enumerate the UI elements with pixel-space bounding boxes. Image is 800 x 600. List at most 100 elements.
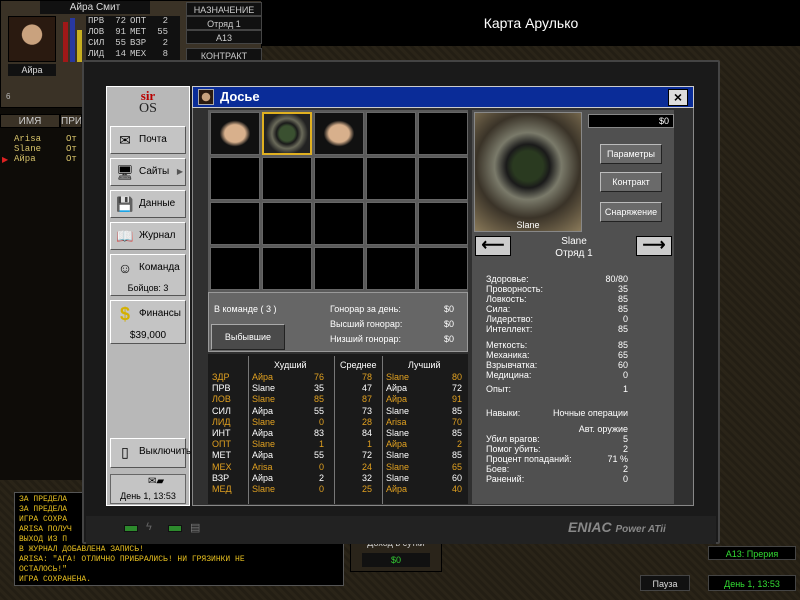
team-col-name[interactable]: ИМЯ — [0, 114, 60, 128]
attr-value: 2 — [622, 464, 628, 474]
attr-row: Медицина: 0 — [486, 370, 628, 380]
stat-cell-worst: Arisa — [252, 461, 273, 472]
attr-row: Помог убить: 2 — [486, 444, 628, 454]
attr-row: Здоровье: 80/80 — [486, 274, 628, 284]
attr-label: Процент попаданий: — [486, 454, 572, 464]
stat-row: ИНТ Айра 83 84 Slane 85 — [212, 428, 466, 439]
stat-cell-bv: 91 — [451, 394, 462, 405]
empty-portrait-slot — [210, 202, 260, 245]
next-arrow-icon[interactable]: ⟶ — [636, 236, 672, 256]
gear-button[interactable]: Снаряжение — [600, 202, 662, 222]
stat-cell-best: Айра — [386, 394, 408, 405]
stat-cell-avg: 28 — [361, 416, 372, 427]
stat-cell-bv: 70 — [451, 416, 462, 427]
submenu-arrow-icon: ▶ — [176, 167, 183, 176]
in-team-label[interactable]: В команде ( 3 ) — [214, 304, 276, 314]
assignment-box: НАЗНАЧЕНИЕ Отряд 1 A13 КОНТРАКТ — [186, 0, 262, 62]
merc-portrait[interactable] — [8, 16, 56, 62]
attr-row: Проворность: 35 — [486, 284, 628, 294]
stat-cell-worst: Айра — [252, 450, 274, 461]
attr-value: 85 — [617, 340, 628, 350]
team-row[interactable]: Айра От — [14, 154, 82, 164]
stat-cell-wv: 0 — [318, 484, 324, 494]
attr-value: 0 — [622, 474, 628, 484]
stat-cell-bv: 85 — [451, 428, 462, 438]
power-led-icon — [124, 525, 138, 532]
merc-full-name: Айра Смит — [40, 1, 150, 14]
boys-count: Бойцов: 3 — [127, 283, 169, 293]
attr-row: Сила: 85 — [486, 304, 628, 314]
pause-button[interactable]: Пауза — [640, 575, 690, 591]
empty-portrait-slot — [366, 247, 416, 290]
dossier-window-icon — [198, 89, 214, 105]
stat-cell-avg: 73 — [361, 405, 372, 416]
portrait-slane[interactable] — [262, 112, 312, 155]
attr-value: 0 — [622, 370, 628, 380]
header-worst: Худший — [274, 360, 307, 370]
attr-label: Лидерство: — [486, 314, 534, 324]
sites-button[interactable]: 🖥 Сайты ▶ — [110, 158, 186, 186]
team-row[interactable]: Arisa От — [14, 134, 82, 144]
stat-cell-bv: 85 — [451, 450, 462, 461]
team-col-assign[interactable]: ПРИ — [60, 114, 82, 128]
stat-row: ВЗР Айра 2 32 Slane 60 — [212, 473, 466, 484]
stat-cell-best: Slane — [386, 472, 410, 483]
stat-cell-wv: 2 — [318, 472, 324, 483]
prev-arrow-icon[interactable]: ⟵ — [475, 236, 511, 256]
journal-button[interactable]: 📖 Журнал — [110, 222, 186, 250]
attr-label: Механика: — [486, 350, 530, 360]
stat-cell-avg: 25 — [361, 484, 372, 494]
shutdown-button[interactable]: ▯ Выключить — [110, 438, 191, 468]
attr-label: Медицина: — [486, 370, 532, 380]
attr-row: Процент попаданий: 71 % — [486, 454, 628, 464]
merc-stats: ПРВ 72 ОПТ 2 ЛОВ 91 МЕТ 55 СИЛ 55 ВЗР 2 ЛИД 14 МЕХ 8 — [86, 16, 180, 62]
team-row[interactable]: Slane От — [14, 144, 82, 154]
stat-cell-stat: МЕТ — [212, 450, 231, 461]
stat-cell-wv: 0 — [318, 461, 324, 472]
stat-cell-best: Slane — [386, 405, 410, 416]
attr-label: Интеллект: — [486, 324, 533, 334]
stat-cell-best: Айра — [386, 439, 408, 450]
portrait-arisa[interactable] — [210, 112, 260, 155]
stat-cell-stat: ОПТ — [212, 439, 231, 450]
attr-label: Опыт: — [486, 384, 511, 394]
dossier-title: Досье — [220, 89, 260, 104]
attr-label: Навыки: — [486, 408, 521, 418]
stat-cell-worst: Slane — [252, 416, 276, 427]
stat-cell-worst: Slane — [252, 394, 276, 405]
stat-cell-avg: 1 — [366, 439, 372, 450]
assignment-header: НАЗНАЧЕНИЕ — [186, 2, 262, 16]
assignment-sector[interactable]: A13 — [186, 30, 262, 44]
stat-cell-best: Arisa — [386, 416, 407, 427]
empty-portrait-slot — [366, 112, 416, 155]
attr-label: Здоровье: — [486, 274, 529, 284]
fired-button[interactable]: Выбывшие — [211, 324, 285, 350]
stat-cell-best: Slane — [386, 461, 410, 472]
attr-value: 85 — [617, 324, 628, 334]
fee-day-label: Гонорар за день: — [330, 304, 401, 314]
stat-cell-avg: 78 — [361, 372, 372, 382]
close-button[interactable]: × — [668, 89, 688, 106]
drive-icon: ▤ — [190, 522, 201, 534]
fee-min-value: $0 — [444, 334, 455, 344]
finances-value: $39,000 — [129, 330, 167, 341]
data-button[interactable]: 💾 Данные — [110, 190, 186, 218]
portrait-aira[interactable] — [314, 112, 364, 155]
stat-row: ЛОВ Slane 85 87 Айра 91 — [212, 394, 466, 405]
stat-cell-stat: ЛОВ — [212, 394, 231, 405]
mail-button[interactable]: ✉ Почта — [110, 126, 186, 154]
stat-row: МЕД Slane 0 25 Айра 40 — [212, 484, 466, 495]
contract-button-dossier[interactable]: Контракт — [600, 172, 662, 192]
empty-portrait-slot — [314, 247, 364, 290]
disk-icon: 💾 — [116, 196, 134, 212]
portrait-name: Slane — [516, 220, 540, 230]
stat-cell-bv: 72 — [451, 383, 462, 394]
assignment-squad[interactable]: Отряд 1 — [186, 16, 262, 30]
attr-label: Меткость: — [486, 340, 528, 350]
header-avg: Среднее — [340, 360, 377, 370]
attr-value: 1 — [622, 384, 628, 394]
attr-value: 0 — [622, 314, 628, 324]
empty-portrait-slot — [210, 157, 260, 200]
attr-value: 60 — [617, 360, 628, 370]
parameters-button[interactable]: Параметры — [600, 144, 662, 164]
